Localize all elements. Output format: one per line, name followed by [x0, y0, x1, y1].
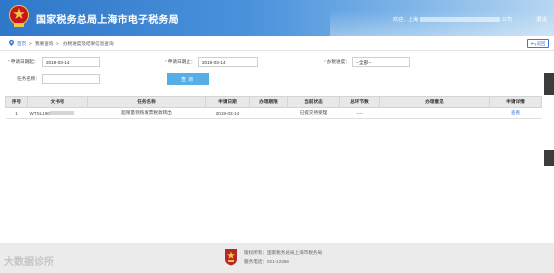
masked-doc-no — [49, 111, 74, 116]
cell-opinion — [379, 107, 490, 119]
doc-no-text: WTSL190 — [29, 110, 50, 116]
site-title: 国家税务总局上海市电子税务局 — [36, 15, 179, 26]
cell-detail: 查看 — [489, 107, 542, 119]
logout-link[interactable]: 退出 — [536, 15, 547, 23]
breadcrumb-separator: > — [29, 41, 32, 46]
view-detail-link[interactable]: 查看 — [511, 110, 520, 115]
side-float-tab[interactable] — [544, 150, 554, 166]
tax-emblem-icon — [9, 5, 29, 27]
end-date-label: *申请日期止： — [165, 59, 195, 65]
side-float-tab[interactable] — [544, 73, 554, 95]
masked-company-name — [419, 17, 500, 23]
breadcrumb-home[interactable]: 首页 — [17, 41, 26, 47]
column-header: 申请详情 — [489, 96, 542, 108]
back-button-label: 返回 — [536, 40, 546, 46]
end-date-input[interactable]: 2019-03-14 — [198, 57, 258, 67]
column-header: 申请日期 — [205, 96, 250, 108]
breadcrumb: 首页 > 我要查询 > 办税进度及结果信息查询 返回 — [0, 36, 554, 51]
breadcrumb-separator: > — [56, 41, 59, 46]
back-button[interactable]: 返回 — [527, 39, 549, 48]
column-header: 办理意见 — [379, 96, 490, 108]
cell-task-name: 超限量领购发票税款转出 — [87, 107, 206, 119]
column-header: 文书号 — [27, 96, 88, 108]
cell-status: 已提交待受理 — [287, 107, 340, 119]
footer-copyright: 版权所有：国家税务总局上海市税务局 — [244, 250, 323, 255]
progress-label-text: 办税进度： — [326, 59, 350, 64]
cell-deadline — [249, 107, 288, 119]
column-header: 序号 — [5, 96, 28, 108]
cell-index: 1 — [5, 107, 28, 119]
start-date-label-text: 申请日期起： — [10, 59, 39, 64]
task-name-label: 任务名称： — [17, 76, 40, 81]
start-date-label: *申请日期起： — [8, 59, 38, 65]
column-header: 当前状态 — [287, 96, 340, 108]
cell-apply-date: 2019-03-14 — [205, 107, 250, 119]
table-row: 1 WTSL190 超限量领购发票税款转出 2019-03-14 已提交待受理 … — [5, 107, 542, 119]
column-header: 办理期限 — [249, 96, 288, 108]
progress-label: *办税进度： — [324, 59, 350, 65]
task-name-input[interactable] — [42, 74, 100, 84]
welcome-prefix: 欢迎，上海 — [392, 17, 418, 23]
required-star: * — [165, 59, 167, 64]
watermark-text: 大数据诊所 — [4, 257, 54, 268]
table-header-row: 序号 文书号 任务名称 申请日期 办理期限 当前状态 总环节数 办理意见 申请详… — [5, 96, 542, 108]
site-header: 国家税务总局上海市电子税务局 欢迎，上海 公司 退出 — [0, 0, 554, 36]
query-button[interactable]: 查询 — [167, 73, 209, 85]
page-footer: 版权所有：国家税务总局上海市税务局 服务电话：021-12366 — [0, 243, 554, 273]
breadcrumb-current: 办税进度及结果信息查询 — [63, 41, 114, 46]
location-pin-icon — [9, 40, 14, 46]
results-table: 序号 文书号 任务名称 申请日期 办理期限 当前状态 总环节数 办理意见 申请详… — [5, 96, 542, 119]
header-landscape — [330, 10, 554, 36]
welcome-text: 欢迎，上海 公司 — [393, 16, 512, 23]
cell-steps: ---- — [339, 107, 380, 119]
footer-phone: 服务电话：021-12366 — [244, 259, 289, 264]
cell-doc-no: WTSL190 — [27, 107, 88, 119]
tax-emblem-icon — [225, 249, 237, 266]
required-star: * — [324, 59, 326, 64]
start-date-input[interactable]: 2019-03-14 — [42, 57, 100, 67]
progress-select[interactable]: --全部-- — [352, 57, 410, 67]
return-arrow-icon — [530, 41, 536, 46]
welcome-suffix: 公司 — [501, 17, 512, 23]
breadcrumb-query[interactable]: 我要查询 — [35, 41, 53, 47]
required-star: * — [8, 59, 10, 64]
end-date-label-text: 申请日期止： — [167, 59, 196, 64]
column-header: 总环节数 — [339, 96, 380, 108]
column-header: 任务名称 — [87, 96, 206, 108]
